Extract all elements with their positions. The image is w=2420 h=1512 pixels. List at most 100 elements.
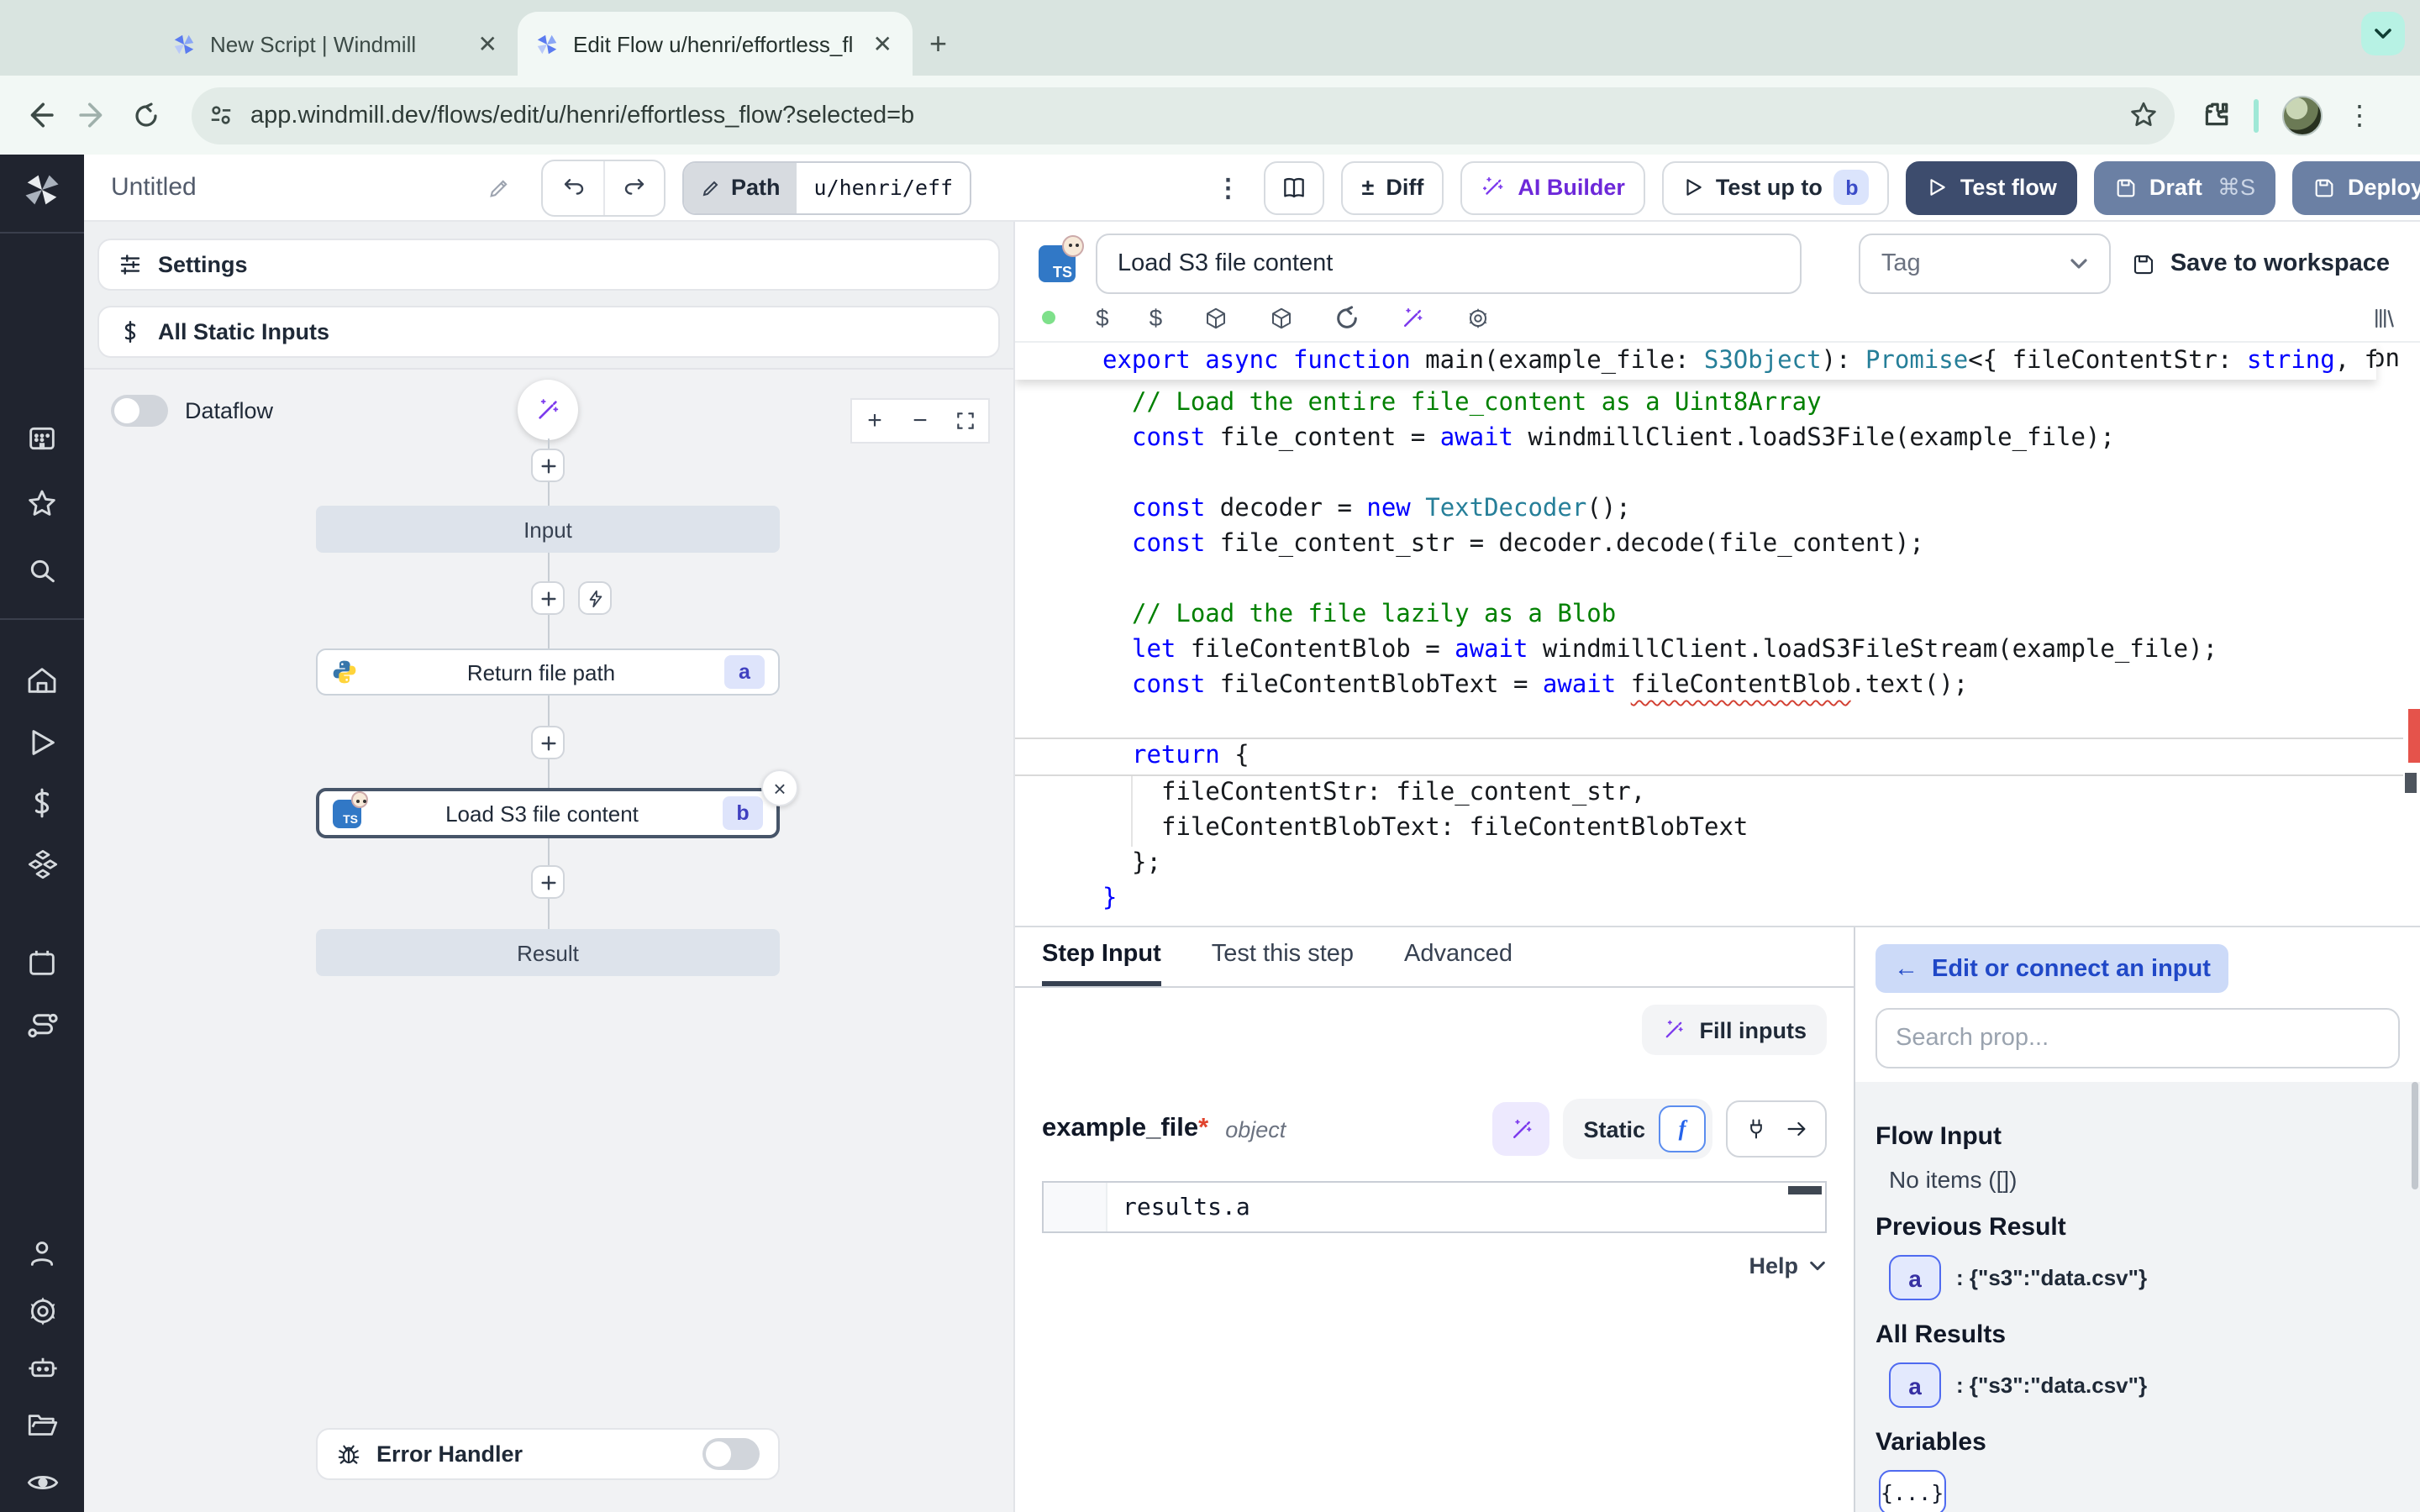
extensions-icon[interactable] <box>2202 101 2230 129</box>
redo-button[interactable] <box>603 160 664 214</box>
zoom-out-button[interactable]: − <box>897 398 943 444</box>
settings-gear-icon[interactable] <box>0 1294 84 1329</box>
scrollbar-handle[interactable] <box>2405 773 2417 793</box>
routes-icon[interactable] <box>0 1008 84 1043</box>
path-chip[interactable]: Path u/henri/eff <box>682 160 971 214</box>
help-toggle[interactable]: Help <box>1042 1253 1827 1278</box>
tab-step-input[interactable]: Step Input <box>1042 941 1161 986</box>
code-line[interactable]: }; <box>1015 847 2403 882</box>
code-line[interactable]: const fileContentBlobText = await fileCo… <box>1015 669 2403 704</box>
connect-input-buttons[interactable] <box>1726 1100 1827 1158</box>
flow-name[interactable]: Untitled <box>111 173 524 202</box>
step-node-b-selected[interactable]: TS Load S3 file content b <box>316 788 780 838</box>
code-line[interactable]: fileContentStr: file_content_str, <box>1015 776 2403 811</box>
favorites-star-icon[interactable] <box>0 487 84 521</box>
package-icon[interactable] <box>1202 305 1228 330</box>
workers-robot-icon[interactable] <box>0 1351 84 1386</box>
fill-inputs-button[interactable]: Fill inputs <box>1643 1005 1828 1055</box>
browser-menu-icon[interactable]: ⋮ <box>2346 98 2373 132</box>
remove-step-button[interactable]: × <box>761 769 798 806</box>
undo-button[interactable] <box>543 160 603 214</box>
static-toggle[interactable]: Static f <box>1563 1099 1712 1159</box>
home-icon[interactable] <box>0 664 84 697</box>
expression-editor[interactable]: results.a <box>1042 1181 1827 1233</box>
variables-badge[interactable]: {...} <box>1879 1470 1945 1512</box>
dataflow-toggle[interactable] <box>111 395 168 427</box>
audit-eye-icon[interactable] <box>0 1465 84 1500</box>
result-key-badge[interactable]: a <box>1889 1255 1941 1300</box>
profile-avatar[interactable] <box>2282 95 2323 135</box>
package-icon[interactable] <box>1268 305 1293 330</box>
tab-close-icon[interactable]: ✕ <box>475 29 501 58</box>
add-step-button[interactable] <box>531 449 565 482</box>
javascript-expr-toggle[interactable]: f <box>1659 1105 1706 1152</box>
more-menu-icon[interactable]: ⋮ <box>1209 172 1248 202</box>
resources-dollar-icon[interactable]: $ <box>1150 304 1163 331</box>
back-icon[interactable] <box>17 101 60 129</box>
code-line[interactable]: let fileContentBlob = await windmillClie… <box>1015 633 2403 669</box>
error-handler-toggle[interactable] <box>702 1438 760 1470</box>
edit-pencil-icon[interactable] <box>487 176 511 199</box>
variables-icon[interactable] <box>0 786 84 820</box>
all-static-inputs-card[interactable]: All Static Inputs <box>97 306 1000 358</box>
step-name-input[interactable] <box>1096 234 1802 294</box>
error-handler-card[interactable]: Error Handler <box>316 1428 780 1480</box>
save-to-workspace-button[interactable]: Save to workspace <box>2132 250 2396 277</box>
zoom-in-button[interactable]: + <box>852 398 897 444</box>
reload-icon[interactable] <box>124 102 168 129</box>
draft-button[interactable]: Draft ⌘S <box>2094 160 2275 214</box>
test-up-to-button[interactable]: Test up to b <box>1662 160 1890 214</box>
add-trigger-button[interactable] <box>578 581 612 615</box>
bookmark-star-icon[interactable] <box>2129 101 2158 129</box>
variables-icon[interactable]: $ <box>1096 304 1109 331</box>
ai-wand-icon[interactable] <box>1399 305 1424 330</box>
user-icon[interactable] <box>0 1236 84 1270</box>
code-editor[interactable]: on export async function main(example_fi… <box>1015 341 2420 926</box>
code-line[interactable]: return { <box>1015 738 2403 776</box>
docs-button[interactable] <box>1265 160 1325 214</box>
test-flow-button[interactable]: Test flow <box>1907 160 2077 214</box>
runs-icon[interactable] <box>0 726 84 759</box>
step-node-a[interactable]: Return file path a <box>316 648 780 696</box>
diff-button[interactable]: ± Diff <box>1342 160 1444 214</box>
edit-or-connect-button[interactable]: ← Edit or connect an input <box>1876 944 2229 993</box>
add-step-button[interactable] <box>531 865 565 899</box>
flow-input-node[interactable]: Input <box>316 506 780 553</box>
schedules-icon[interactable] <box>0 946 84 979</box>
reload-icon[interactable] <box>1334 305 1359 330</box>
search-prop-input[interactable] <box>1876 1008 2400 1068</box>
browser-tab-1[interactable]: New Script | Windmill ✕ <box>155 12 518 76</box>
code-line[interactable] <box>1015 563 2403 598</box>
fit-view-button[interactable] <box>943 398 988 444</box>
code-line[interactable]: } <box>1015 882 2403 917</box>
settings-card[interactable]: Settings <box>97 239 1000 291</box>
flow-result-node[interactable]: Result <box>316 929 780 976</box>
folders-icon[interactable] <box>0 1408 84 1443</box>
add-step-button[interactable] <box>531 581 565 615</box>
ai-wand-button[interactable] <box>518 380 578 440</box>
browser-tab-2[interactable]: Edit Flow u/henri/effortless_fl ✕ <box>518 12 913 76</box>
tab-test-this-step[interactable]: Test this step <box>1212 941 1354 986</box>
new-tab-button[interactable]: + <box>929 27 947 62</box>
flow-graph[interactable]: Dataflow + − <box>84 368 1013 1512</box>
apps-icon[interactable] <box>0 422 84 455</box>
tag-select[interactable]: Tag <box>1860 234 2112 294</box>
url-bar[interactable]: app.windmill.dev/flows/edit/u/henri/effo… <box>192 87 2175 144</box>
ai-builder-button[interactable]: AI Builder <box>1460 160 1645 214</box>
deploy-button[interactable]: Deploy <box>2292 160 2420 214</box>
code-line[interactable] <box>1015 457 2403 492</box>
graph-zoom-controls[interactable]: + − <box>850 398 990 444</box>
search-icon[interactable] <box>0 554 84 588</box>
code-line[interactable]: // Load the file lazily as a Blob <box>1015 598 2403 633</box>
code-line[interactable]: fileContentBlobText: fileContentBlobText <box>1015 811 2403 847</box>
gear-icon[interactable] <box>1465 305 1490 330</box>
site-settings-icon[interactable] <box>208 102 234 128</box>
code-line[interactable]: const decoder = new TextDecoder(); <box>1015 492 2403 528</box>
panel-scrollbar[interactable] <box>2412 1082 2418 1189</box>
ai-fill-button[interactable] <box>1492 1102 1549 1156</box>
editor-scrollbar[interactable] <box>2403 343 2420 926</box>
expression-value[interactable]: results.a <box>1107 1183 1250 1231</box>
tab-advanced[interactable]: Advanced <box>1404 941 1512 986</box>
add-step-button[interactable] <box>531 726 565 759</box>
library-icon[interactable] <box>2371 305 2396 330</box>
